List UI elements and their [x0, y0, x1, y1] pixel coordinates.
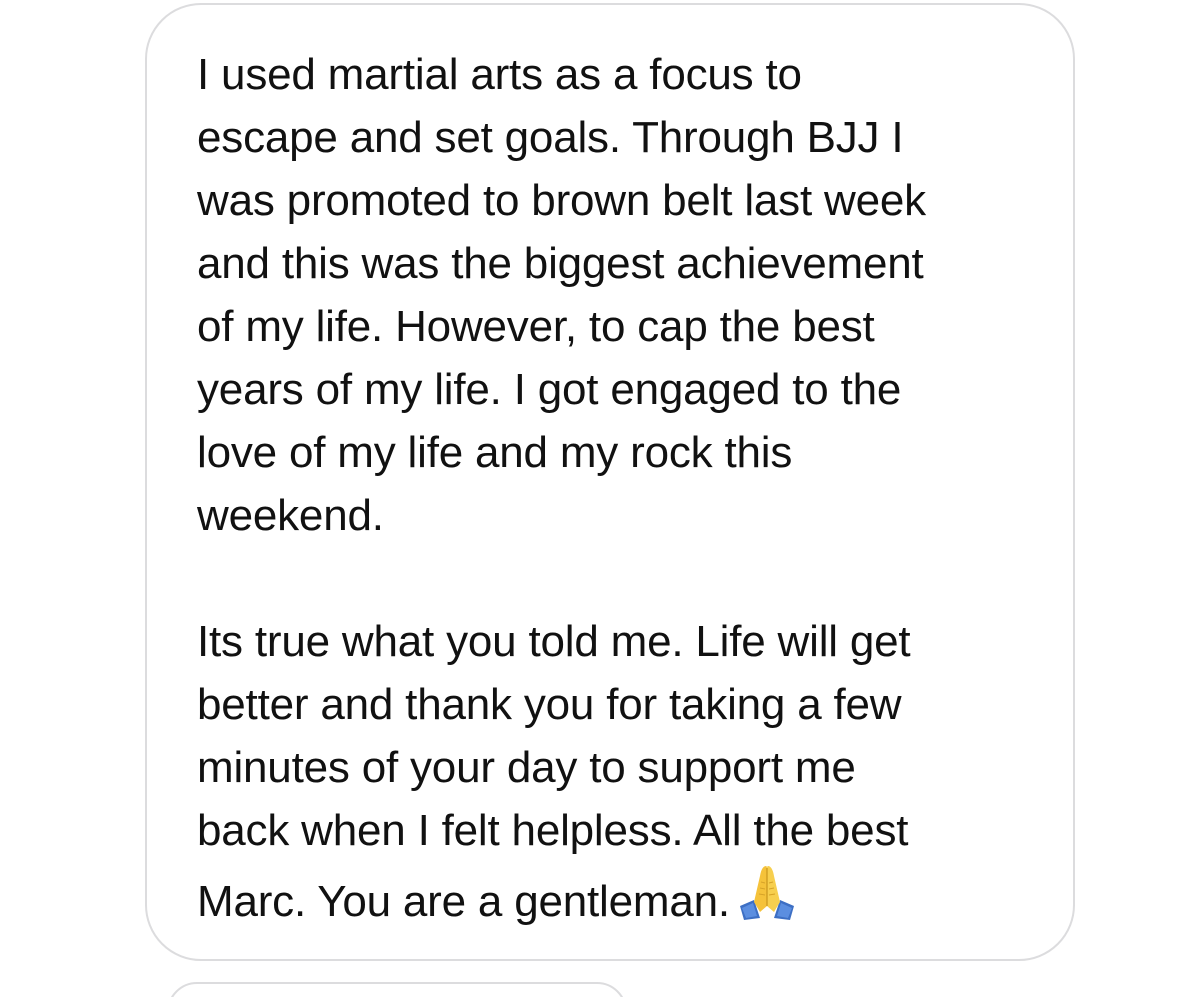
message-line: years of my life. I got engaged to the — [197, 365, 902, 414]
message-line-last-text: Marc. You are a gentleman. — [197, 877, 730, 926]
message-line: escape and set goals. Through BJJ I — [197, 113, 904, 162]
message-bubble[interactable]: I used martial arts as a focus to escape… — [145, 3, 1075, 961]
message-line: Its true what you told me. Life will get — [197, 617, 911, 666]
message-line: back when I felt helpless. All the best — [197, 806, 909, 855]
message-line: of my life. However, to cap the best — [197, 302, 875, 351]
message-line: was promoted to brown belt last week — [197, 176, 926, 225]
message-line-last: Marc. You are a gentleman. — [197, 862, 1057, 926]
message-line: I used martial arts as a focus to — [197, 50, 802, 99]
message-line: minutes of your day to support me — [197, 743, 856, 792]
message-line: love of my life and my rock this — [197, 428, 793, 477]
message-line: better and thank you for taking a few — [197, 680, 902, 729]
message-line: weekend. — [197, 491, 384, 540]
message-text: I used martial arts as a focus to escape… — [197, 43, 1057, 926]
next-message-bubble[interactable] — [167, 982, 627, 997]
folded-hands-icon — [736, 862, 798, 922]
message-line: and this was the biggest achievement — [197, 239, 924, 288]
chat-area: I used martial arts as a focus to escape… — [0, 0, 1181, 997]
